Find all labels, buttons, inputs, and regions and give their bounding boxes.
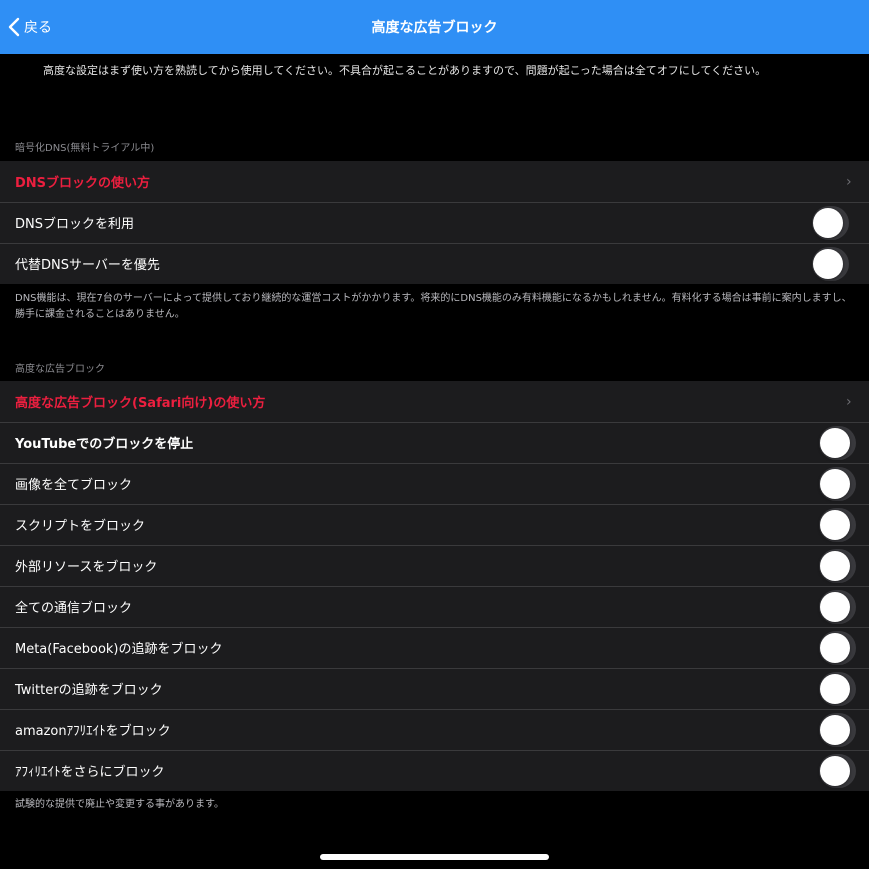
toggle-knob xyxy=(820,591,850,622)
section-header-adblock: 高度な広告ブロック xyxy=(15,364,105,375)
block-scripts-toggle[interactable] xyxy=(819,507,856,542)
youtube-stop-toggle[interactable] xyxy=(819,425,856,460)
dns-howto-link[interactable]: DNSブロックの使い方 xyxy=(15,172,150,191)
dns-block-toggle[interactable] xyxy=(812,205,849,240)
alt-dns-toggle[interactable] xyxy=(812,246,849,281)
setting-row-external: 外部リソースをブロック xyxy=(0,545,869,586)
dns-howto-row[interactable]: DNSブロックの使い方 › xyxy=(0,161,869,202)
setting-row-images: 画像を全てブロック xyxy=(0,463,869,504)
toggle-knob xyxy=(813,248,843,279)
dns-footer-line-2: 勝手に課金されることはありません。 xyxy=(15,309,185,320)
home-indicator[interactable] xyxy=(320,854,549,860)
block-external-toggle[interactable] xyxy=(819,548,856,583)
adblock-howto-row[interactable]: 高度な広告ブロック(Safari向け)の使い方 › xyxy=(0,381,869,422)
block-all-traffic-toggle[interactable] xyxy=(819,589,856,624)
dns-footer-line-1: DNS機能は、現在7台のサーバーによって提供しており継続的な運営コストがかかりま… xyxy=(15,293,852,304)
setting-label: スクリプトをブロック xyxy=(15,519,146,534)
setting-row-twitter: Twitterの追跡をブロック xyxy=(0,668,869,709)
section-header-dns: 暗号化DNS(無料トライアル中) xyxy=(15,143,155,154)
dns-settings-group: DNSブロックの使い方 › DNSブロックを利用 代替DNSサーバーを優先 xyxy=(0,161,869,284)
toggle-knob xyxy=(820,755,850,786)
setting-label: 代替DNSサーバーを優先 xyxy=(15,258,160,273)
setting-label: YouTubeでのブロックを停止 xyxy=(15,437,194,452)
page-title: 高度な広告ブロック xyxy=(371,20,498,36)
toggle-knob xyxy=(813,207,843,238)
block-images-toggle[interactable] xyxy=(819,466,856,501)
toggle-knob xyxy=(820,550,850,581)
toggle-knob xyxy=(820,632,850,663)
intro-text: 高度な設定はまず使い方を熟読してから使用してください。不具合が起こることがありま… xyxy=(43,64,767,77)
block-amazon-affiliate-toggle[interactable] xyxy=(819,712,856,747)
setting-label: 画像を全てブロック xyxy=(15,478,133,493)
setting-label: 全ての通信ブロック xyxy=(15,601,133,616)
block-affiliate-more-toggle[interactable] xyxy=(819,753,856,788)
setting-label: Meta(Facebook)の追跡をブロック xyxy=(15,642,223,657)
setting-row-alt-dns: 代替DNSサーバーを優先 xyxy=(0,243,869,284)
adblock-settings-group: 高度な広告ブロック(Safari向け)の使い方 › YouTubeでのブロックを… xyxy=(0,381,869,791)
toggle-knob xyxy=(820,673,850,704)
navigation-bar: 戻る 高度な広告ブロック xyxy=(0,0,869,54)
setting-label: ｱﾌｨﾘｴｲﾄをさらにブロック xyxy=(15,765,165,780)
adblock-footer-note: 試験的な提供で廃止や変更する事があります。 xyxy=(15,799,224,810)
toggle-knob xyxy=(820,714,850,745)
setting-row-dns-block: DNSブロックを利用 xyxy=(0,202,869,243)
setting-label: 外部リソースをブロック xyxy=(15,560,158,575)
block-meta-toggle[interactable] xyxy=(819,630,856,665)
dns-footer-note: DNS機能は、現在7台のサーバーによって提供しており継続的な運営コストがかかりま… xyxy=(15,291,852,323)
block-twitter-toggle[interactable] xyxy=(819,671,856,706)
setting-row-youtube: YouTubeでのブロックを停止 xyxy=(0,422,869,463)
setting-row-affiliate: ｱﾌｨﾘｴｲﾄをさらにブロック xyxy=(0,750,869,791)
adblock-howto-link[interactable]: 高度な広告ブロック(Safari向け)の使い方 xyxy=(15,392,265,411)
setting-label: DNSブロックを利用 xyxy=(15,217,134,232)
setting-label: Twitterの追跡をブロック xyxy=(15,683,163,698)
toggle-knob xyxy=(820,427,850,458)
setting-label: amazonｱﾌﾘｴｲﾄをブロック xyxy=(15,724,171,739)
toggle-knob xyxy=(820,509,850,540)
toggle-knob xyxy=(820,468,850,499)
setting-row-scripts: スクリプトをブロック xyxy=(0,504,869,545)
chevron-right-icon: › xyxy=(846,173,852,190)
chevron-right-icon: › xyxy=(846,393,852,410)
setting-row-all-traffic: 全ての通信ブロック xyxy=(0,586,869,627)
setting-row-amazon: amazonｱﾌﾘｴｲﾄをブロック xyxy=(0,709,869,750)
setting-row-meta: Meta(Facebook)の追跡をブロック xyxy=(0,627,869,668)
